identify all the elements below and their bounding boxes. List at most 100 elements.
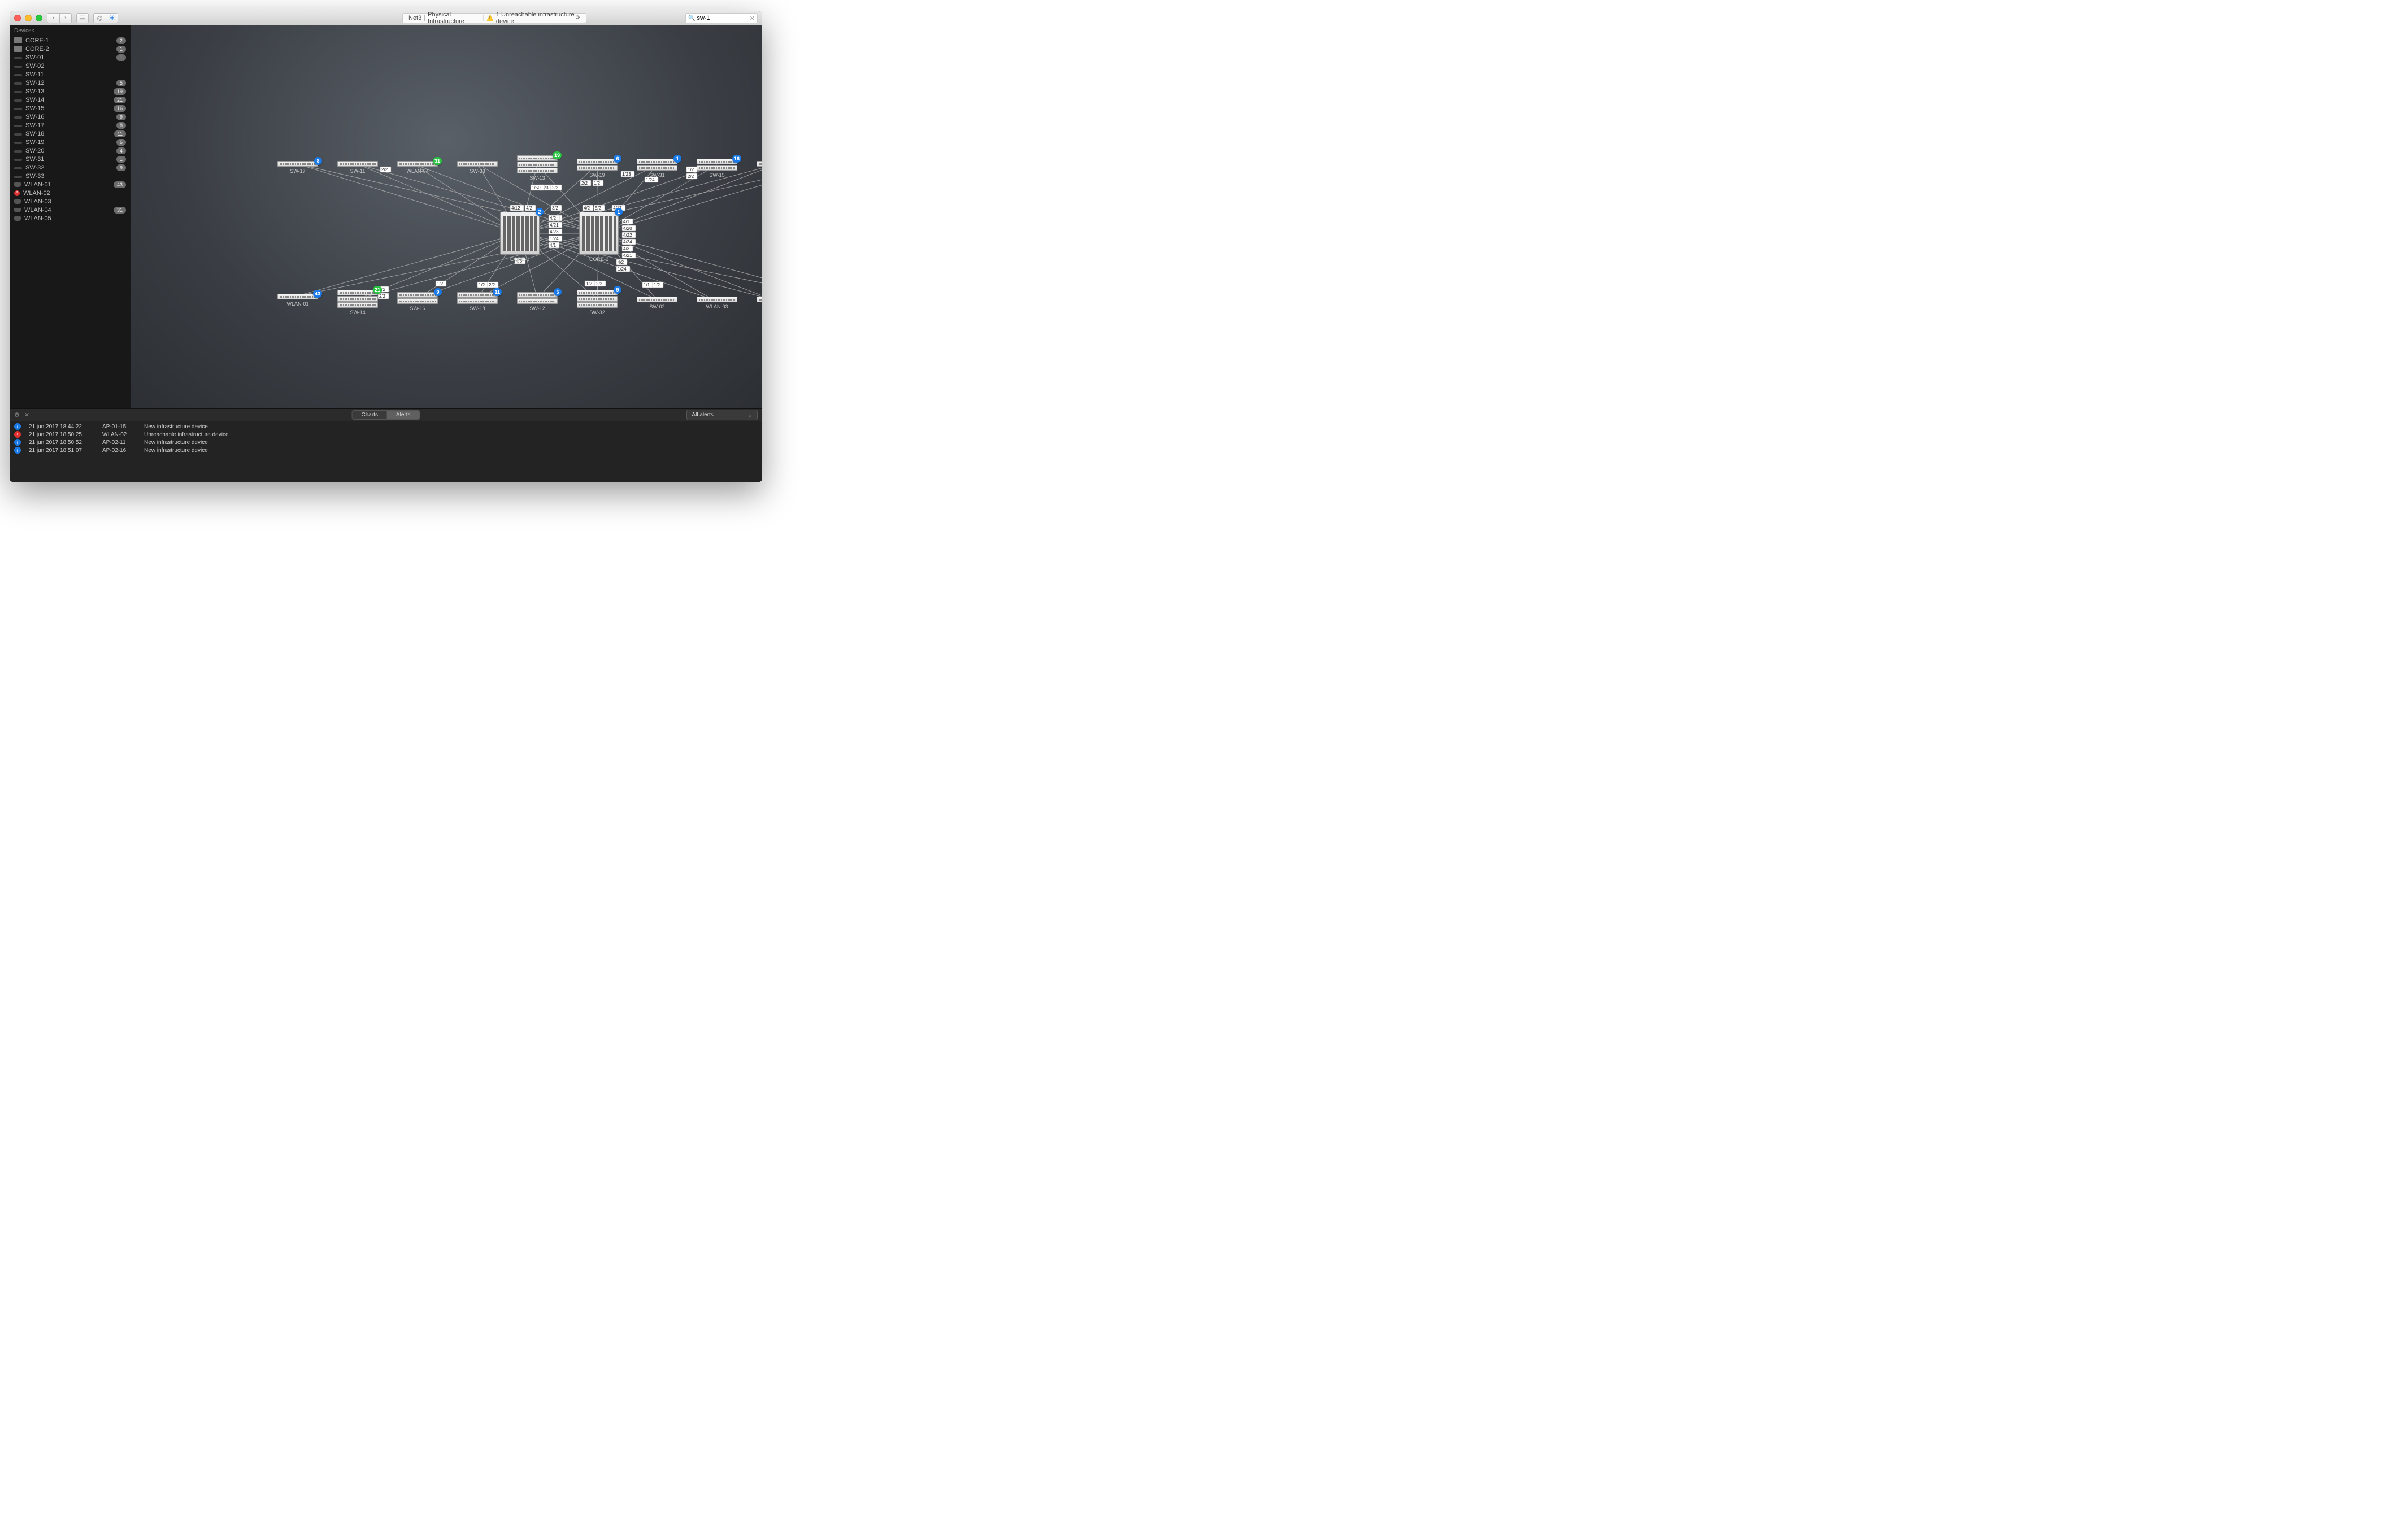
node-wlan-05[interactable]: WLAN-05: [757, 297, 762, 310]
alert-row[interactable]: !21 jun 2017 18:50:25WLAN-02Unreachable …: [14, 430, 758, 438]
node-sw-02[interactable]: SW-02: [637, 297, 677, 310]
settings-icon[interactable]: ⚙: [14, 411, 20, 419]
node-sw-19[interactable]: 6SW-19: [577, 159, 618, 178]
close-panel-icon[interactable]: ✕: [24, 411, 29, 419]
alert-source: WLAN-02: [102, 432, 136, 438]
minimize-button[interactable]: [25, 15, 32, 21]
node-badge: 1: [615, 208, 623, 216]
node-sw-13[interactable]: 19SW-13: [517, 155, 558, 181]
sidebar-item-sw-33[interactable]: SW-33: [10, 172, 131, 180]
sidebar-item-badge: 31: [114, 207, 126, 214]
tab-segmented: Charts Alerts: [351, 410, 420, 420]
sidebar-item-label: SW-18: [25, 130, 111, 137]
sidebar-item-sw-17[interactable]: SW-178: [10, 121, 131, 129]
node-wlan-03[interactable]: WLAN-03: [697, 297, 737, 310]
sidebar-item-sw-13[interactable]: SW-1319: [10, 87, 131, 95]
sidebar-item-label: WLAN-05: [24, 215, 126, 222]
close-button[interactable]: [14, 15, 21, 21]
sidebar-item-sw-14[interactable]: SW-1421: [10, 95, 131, 104]
node-sw-16[interactable]: 9SW-16: [397, 292, 438, 311]
ap-icon: [14, 208, 21, 212]
alert-message: New infrastructure device: [144, 440, 208, 446]
tab-alerts[interactable]: Alerts: [387, 411, 420, 419]
node-sw-33[interactable]: SW-33: [457, 161, 498, 174]
nav-back-button[interactable]: ‹: [47, 13, 59, 23]
ap-icon: [14, 199, 21, 204]
sidebar-item-wlan-03[interactable]: WLAN-03: [10, 197, 131, 206]
svg-text:2/2: 2/2: [596, 281, 603, 286]
alert-time: 21 jun 2017 18:50:25: [29, 432, 94, 438]
node-wlan-01[interactable]: 43WLAN-01: [277, 294, 318, 307]
tab-charts[interactable]: Charts: [352, 411, 386, 419]
node-label: SW-13: [517, 175, 558, 181]
node-label: WLAN-01: [277, 301, 318, 307]
node-label: SW-12: [517, 306, 558, 311]
svg-text:1/50: 1/50: [532, 185, 541, 190]
sidebar-item-sw-11[interactable]: SW-11: [10, 70, 131, 79]
node-sw-14[interactable]: 21SW-14: [337, 290, 378, 315]
alert-filter-select[interactable]: All alerts: [686, 410, 758, 420]
sw-icon: [14, 133, 22, 136]
sidebar-item-wlan-01[interactable]: WLAN-0143: [10, 180, 131, 189]
search-clear-button[interactable]: ✕: [750, 15, 755, 22]
search-field[interactable]: 🔍 ✕: [685, 13, 758, 23]
sidebar-item-core-2[interactable]: CORE-21: [10, 45, 131, 53]
sidebar-item-sw-31[interactable]: SW-311: [10, 155, 131, 163]
sidebar-item-label: SW-11: [25, 71, 126, 78]
search-input[interactable]: [697, 15, 749, 21]
node-sw-31[interactable]: 1SW-31: [637, 159, 677, 178]
node-label: CORE-1: [500, 256, 540, 262]
sidebar-item-core-1[interactable]: CORE-12: [10, 36, 131, 45]
sidebar-item-label: SW-19: [25, 139, 113, 146]
sidebar-item-wlan-02[interactable]: WLAN-02: [10, 189, 131, 197]
view-grid-button[interactable]: ⌘: [106, 13, 118, 23]
node-sw-01[interactable]: 1SW-01: [757, 161, 762, 174]
sw-icon: [14, 108, 22, 110]
topology-canvas[interactable]: 2/21/231/502/22/21/21/231/241/22/24/124/…: [131, 25, 762, 408]
node-sw-11[interactable]: SW-11: [337, 161, 378, 174]
sidebar-item-sw-18[interactable]: SW-1811: [10, 129, 131, 138]
sw-icon: [14, 167, 22, 169]
node-badge: 43: [313, 290, 322, 298]
sidebar-item-wlan-04[interactable]: WLAN-0431: [10, 206, 131, 214]
sidebar-item-label: SW-01: [25, 54, 113, 61]
sidebar-item-sw-12[interactable]: SW-125: [10, 79, 131, 87]
info-icon: i: [14, 447, 21, 454]
sidebar-item-wlan-05[interactable]: WLAN-05: [10, 214, 131, 223]
node-label: SW-14: [337, 310, 378, 315]
node-sw-17[interactable]: 8SW-17: [277, 161, 318, 174]
node-wlan-04[interactable]: 31WLAN-04: [397, 161, 438, 174]
sidebar-item-sw-15[interactable]: SW-1516: [10, 104, 131, 112]
node-label: SW-01: [757, 168, 762, 174]
svg-text:1/24: 1/24: [618, 267, 627, 272]
node-sw-32[interactable]: 9SW-32: [577, 290, 618, 315]
node-sw-15[interactable]: 16SW-15: [697, 159, 737, 178]
sidebar-item-badge: 19: [114, 88, 126, 95]
svg-text:2/2: 2/2: [379, 294, 386, 299]
node-sw-18[interactable]: 11SW-18: [457, 292, 498, 311]
sidebar-item-sw-02[interactable]: SW-02: [10, 62, 131, 70]
node-core-2[interactable]: 1CORE-2: [579, 212, 619, 262]
alert-row[interactable]: i21 jun 2017 18:51:07AP-02-16New infrast…: [14, 446, 758, 454]
sidebar-item-sw-16[interactable]: SW-169: [10, 112, 131, 121]
node-badge: 8: [314, 157, 322, 165]
sidebar-item-sw-20[interactable]: SW-204: [10, 146, 131, 155]
node-badge: 6: [614, 155, 621, 163]
alert-row[interactable]: i21 jun 2017 18:50:52AP-02-11New infrast…: [14, 438, 758, 446]
sidebar-item-sw-32[interactable]: SW-329: [10, 163, 131, 172]
alert-time: 21 jun 2017 18:51:07: [29, 447, 94, 454]
node-sw-12[interactable]: 5SW-12: [517, 292, 558, 311]
bottom-toolbar: ⚙ ✕ Charts Alerts All alerts: [10, 408, 762, 421]
sidebar-item-sw-01[interactable]: SW-011: [10, 53, 131, 62]
view-topology-button[interactable]: ⌬: [93, 13, 106, 23]
maximize-button[interactable]: [36, 15, 42, 21]
sidebar-toggle-button[interactable]: ☰: [76, 13, 89, 23]
down-icon: [14, 190, 20, 196]
nav-forward-button[interactable]: ›: [59, 13, 72, 23]
sidebar-item-sw-19[interactable]: SW-196: [10, 138, 131, 146]
sidebar-item-label: SW-15: [25, 105, 110, 112]
alert-row[interactable]: i21 jun 2017 18:44:22AP-01-15New infrast…: [14, 423, 758, 430]
reload-icon[interactable]: ⟳: [576, 15, 580, 21]
node-core-1[interactable]: 2CORE-1: [500, 212, 540, 262]
sidebar-item-label: WLAN-01: [24, 181, 110, 188]
